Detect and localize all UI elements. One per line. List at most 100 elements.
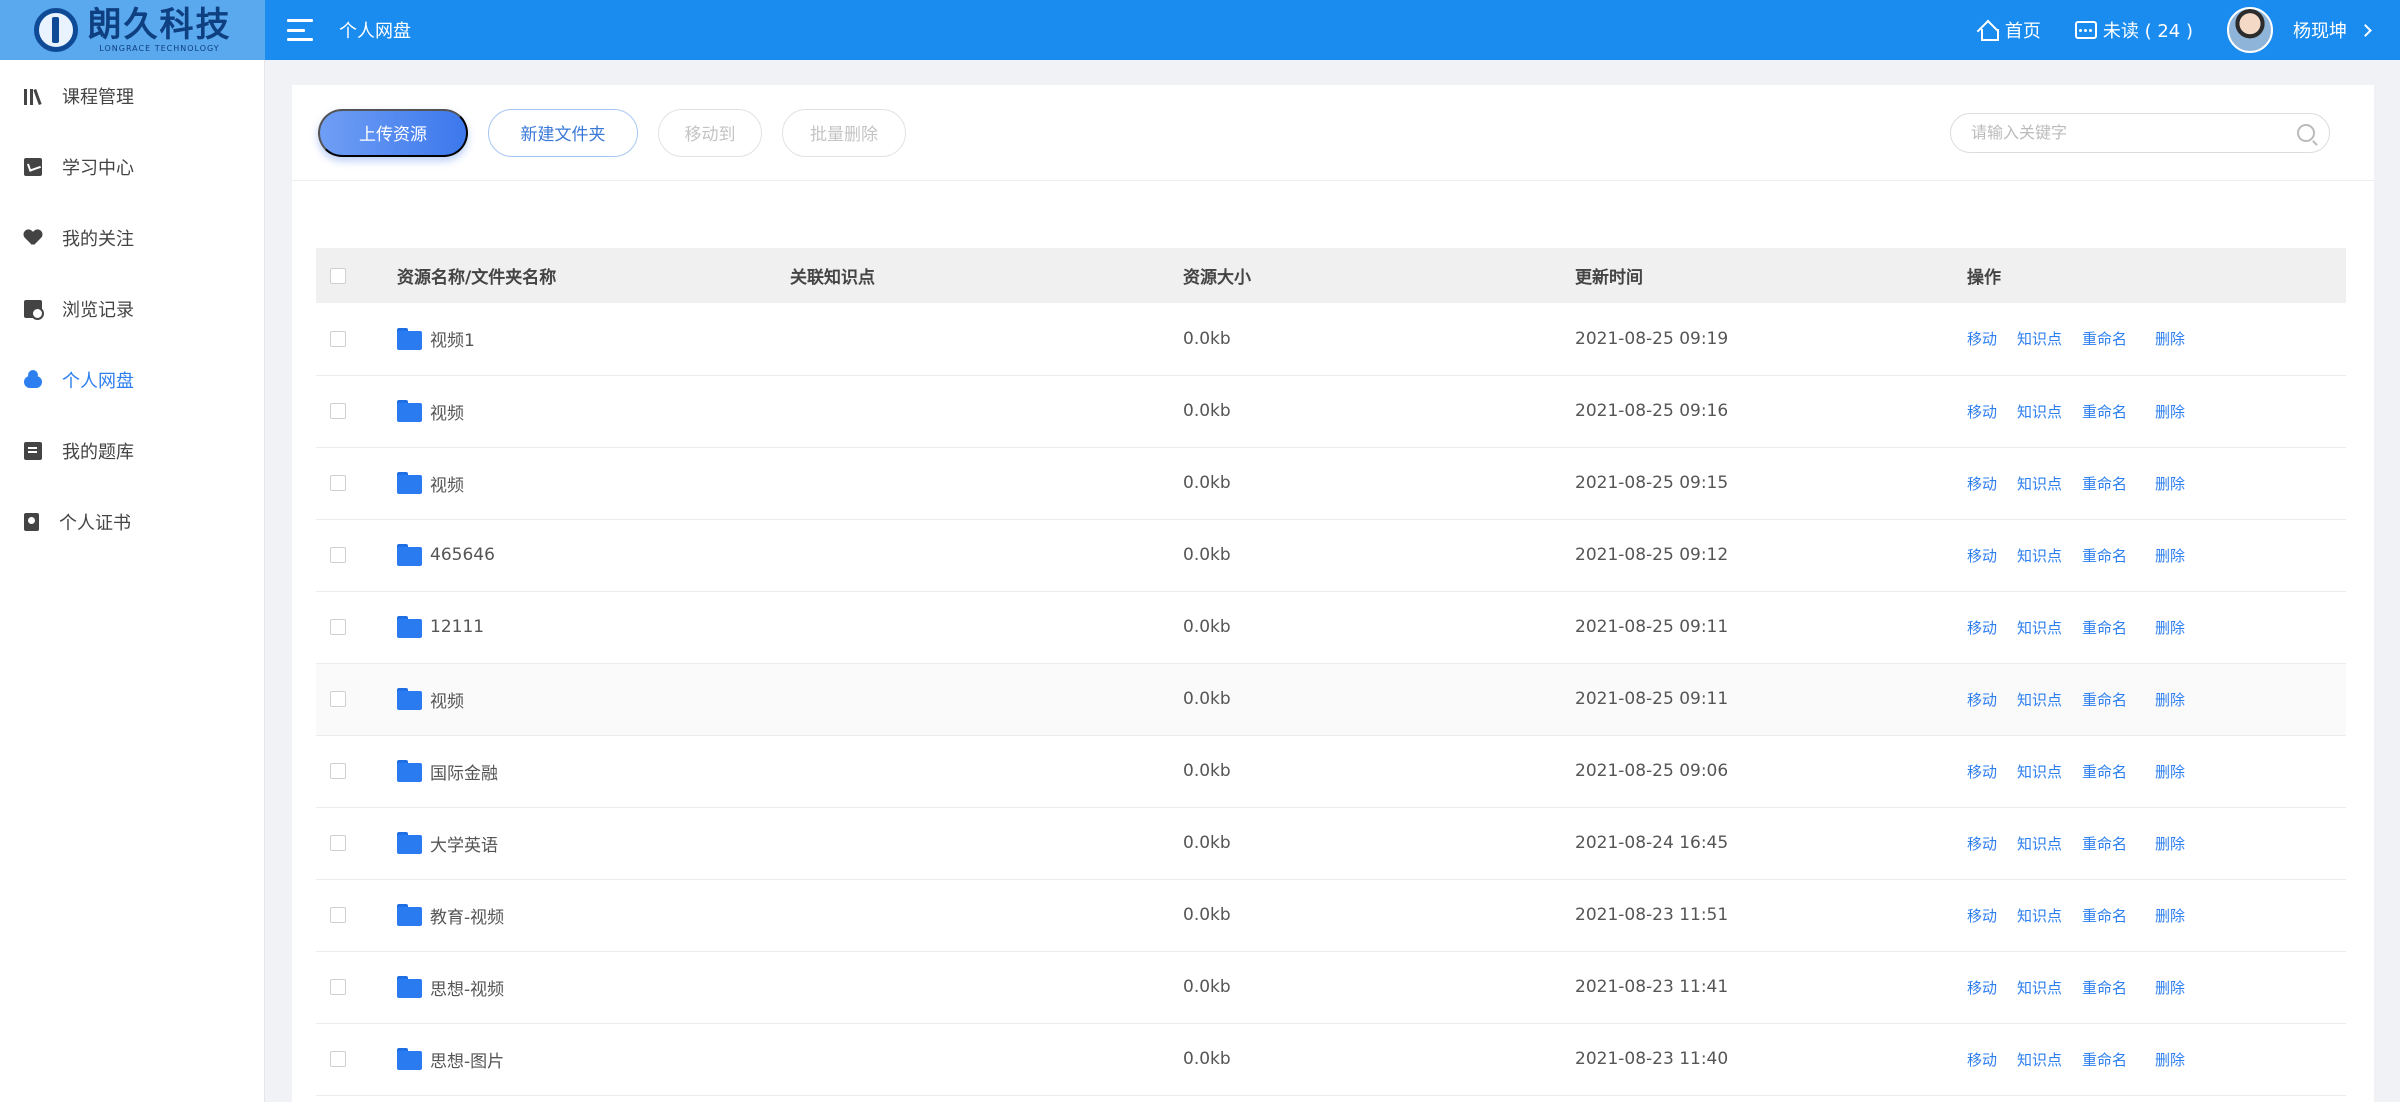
delete-action[interactable]: 删除 (2155, 689, 2185, 710)
knowledge-action[interactable]: 知识点 (2017, 473, 2062, 494)
table-row[interactable]: 思想-图片 0.0kb 2021-08-23 11:40 移动 知识点 重命名 删除 (316, 1023, 2346, 1095)
avatar[interactable] (2227, 7, 2273, 53)
table-row[interactable]: 视频 0.0kb 2021-08-25 09:16 移动 知识点 重命名 删除 (316, 375, 2346, 447)
file-name-cell[interactable]: 思想-图片 (397, 1047, 790, 1072)
folder-icon (397, 1048, 422, 1070)
move-action[interactable]: 移动 (1967, 401, 1997, 422)
row-checkbox[interactable] (330, 547, 346, 563)
file-name-cell[interactable]: 视频 (397, 687, 790, 712)
row-checkbox[interactable] (330, 907, 346, 923)
delete-action[interactable]: 删除 (2155, 977, 2185, 998)
rename-action[interactable]: 重命名 (2082, 905, 2127, 926)
table-row[interactable]: 12111 0.0kb 2021-08-25 09:11 移动 知识点 重命名 删除 (316, 591, 2346, 663)
file-name-cell[interactable]: 465646 (397, 544, 790, 566)
sidebar-item-certificates[interactable]: 个人证书 (0, 486, 264, 557)
rename-action[interactable]: 重命名 (2082, 473, 2127, 494)
user-menu[interactable]: 杨现坤 (2227, 7, 2372, 53)
table-row[interactable]: 视频 0.0kb 2021-08-25 09:15 移动 知识点 重命名 删除 (316, 447, 2346, 519)
move-action[interactable]: 移动 (1967, 977, 1997, 998)
knowledge-action[interactable]: 知识点 (2017, 1049, 2062, 1070)
row-checkbox[interactable] (330, 763, 346, 779)
row-checkbox[interactable] (330, 403, 346, 419)
search-icon[interactable] (2297, 123, 2315, 142)
delete-action[interactable]: 删除 (2155, 1049, 2185, 1070)
select-all-checkbox[interactable] (330, 267, 346, 284)
rename-action[interactable]: 重命名 (2082, 1049, 2127, 1070)
knowledge-action[interactable]: 知识点 (2017, 545, 2062, 566)
row-checkbox[interactable] (330, 475, 346, 491)
move-action[interactable]: 移动 (1967, 545, 1997, 566)
move-action[interactable]: 移动 (1967, 905, 1997, 926)
knowledge-action[interactable]: 知识点 (2017, 977, 2062, 998)
table-row[interactable]: 视频1 0.0kb 2021-08-25 09:19 移动 知识点 重命名 删除 (316, 303, 2346, 375)
row-checkbox[interactable] (330, 619, 346, 635)
rename-action[interactable]: 重命名 (2082, 328, 2127, 349)
sidebar-item-course-management[interactable]: 课程管理 (0, 60, 264, 131)
row-checkbox[interactable] (330, 330, 346, 347)
delete-action[interactable]: 删除 (2155, 833, 2185, 854)
rename-action[interactable]: 重命名 (2082, 761, 2127, 782)
knowledge-action[interactable]: 知识点 (2017, 328, 2062, 349)
unread-messages-link[interactable]: 未读 ( 24 ) (2074, 17, 2193, 43)
rename-action[interactable]: 重命名 (2082, 977, 2127, 998)
sidebar-item-label: 我的题库 (62, 441, 134, 463)
file-name-cell[interactable]: 视频 (397, 471, 790, 496)
move-action[interactable]: 移动 (1967, 473, 1997, 494)
table-row[interactable]: 大学英语 0.0kb 2021-08-24 16:45 移动 知识点 重命名 删除 (316, 807, 2346, 879)
sidebar-item-browse-history[interactable]: 浏览记录 (0, 273, 264, 344)
file-name-cell[interactable]: 国际金融 (397, 759, 790, 784)
knowledge-action[interactable]: 知识点 (2017, 617, 2062, 638)
knowledge-action[interactable]: 知识点 (2017, 833, 2062, 854)
logo[interactable]: 朗久科技 LONGRACE TECHNOLOGY (0, 0, 265, 60)
table-row[interactable]: 视频 0.0kb 2021-08-25 09:11 移动 知识点 重命名 删除 (316, 663, 2346, 735)
sidebar-item-personal-drive[interactable]: 个人网盘 (0, 344, 264, 415)
rename-action[interactable]: 重命名 (2082, 833, 2127, 854)
move-to-button[interactable]: 移动到 (658, 108, 762, 157)
move-action[interactable]: 移动 (1967, 328, 1997, 349)
delete-action[interactable]: 删除 (2155, 761, 2185, 782)
knowledge-action[interactable]: 知识点 (2017, 761, 2062, 782)
move-action[interactable]: 移动 (1967, 1049, 1997, 1070)
sidebar-item-my-follows[interactable]: 我的关注 (0, 202, 264, 273)
delete-action[interactable]: 删除 (2155, 617, 2185, 638)
delete-action[interactable]: 删除 (2155, 905, 2185, 926)
move-action[interactable]: 移动 (1967, 689, 1997, 710)
table-row[interactable]: 465646 0.0kb 2021-08-25 09:12 移动 知识点 重命名 删除 (316, 519, 2346, 591)
file-name-cell[interactable]: 12111 (397, 616, 790, 638)
rename-action[interactable]: 重命名 (2082, 401, 2127, 422)
knowledge-action[interactable]: 知识点 (2017, 905, 2062, 926)
row-checkbox[interactable] (330, 979, 346, 995)
table-row[interactable]: 思想-视频 0.0kb 2021-08-23 11:41 移动 知识点 重命名 删除 (316, 951, 2346, 1023)
table-row[interactable]: 国际金融 0.0kb 2021-08-25 09:06 移动 知识点 重命名 删除 (316, 735, 2346, 807)
rename-action[interactable]: 重命名 (2082, 617, 2127, 638)
new-folder-button[interactable]: 新建文件夹 (488, 108, 638, 157)
row-checkbox[interactable] (330, 1051, 346, 1067)
rename-action[interactable]: 重命名 (2082, 545, 2127, 566)
file-name-cell[interactable]: 视频1 (397, 326, 790, 351)
rename-action[interactable]: 重命名 (2082, 689, 2127, 710)
move-action[interactable]: 移动 (1967, 617, 1997, 638)
home-link[interactable]: 首页 (1977, 17, 2041, 43)
upload-button[interactable]: 上传资源 (318, 108, 468, 157)
row-checkbox[interactable] (330, 691, 346, 707)
file-name-cell[interactable]: 大学英语 (397, 831, 790, 856)
table-row[interactable]: 教育-视频 0.0kb 2021-08-23 11:51 移动 知识点 重命名 删除 (316, 879, 2346, 951)
delete-action[interactable]: 删除 (2155, 545, 2185, 566)
menu-toggle-icon[interactable] (287, 19, 313, 41)
knowledge-action[interactable]: 知识点 (2017, 401, 2062, 422)
move-action[interactable]: 移动 (1967, 761, 1997, 782)
knowledge-action[interactable]: 知识点 (2017, 689, 2062, 710)
file-name-cell[interactable]: 视频 (397, 399, 790, 424)
file-name-cell[interactable]: 思想-视频 (397, 975, 790, 1000)
search-input[interactable] (1971, 123, 2297, 142)
delete-action[interactable]: 删除 (2155, 401, 2185, 422)
sidebar-item-question-bank[interactable]: 我的题库 (0, 415, 264, 486)
delete-action[interactable]: 删除 (2155, 473, 2185, 494)
sidebar-item-learning-center[interactable]: 学习中心 (0, 131, 264, 202)
delete-action[interactable]: 删除 (2155, 328, 2185, 349)
file-name-cell[interactable]: 教育-视频 (397, 903, 790, 928)
move-action[interactable]: 移动 (1967, 833, 1997, 854)
folder-icon (397, 400, 422, 422)
row-checkbox[interactable] (330, 835, 346, 851)
batch-delete-button[interactable]: 批量删除 (782, 108, 906, 157)
